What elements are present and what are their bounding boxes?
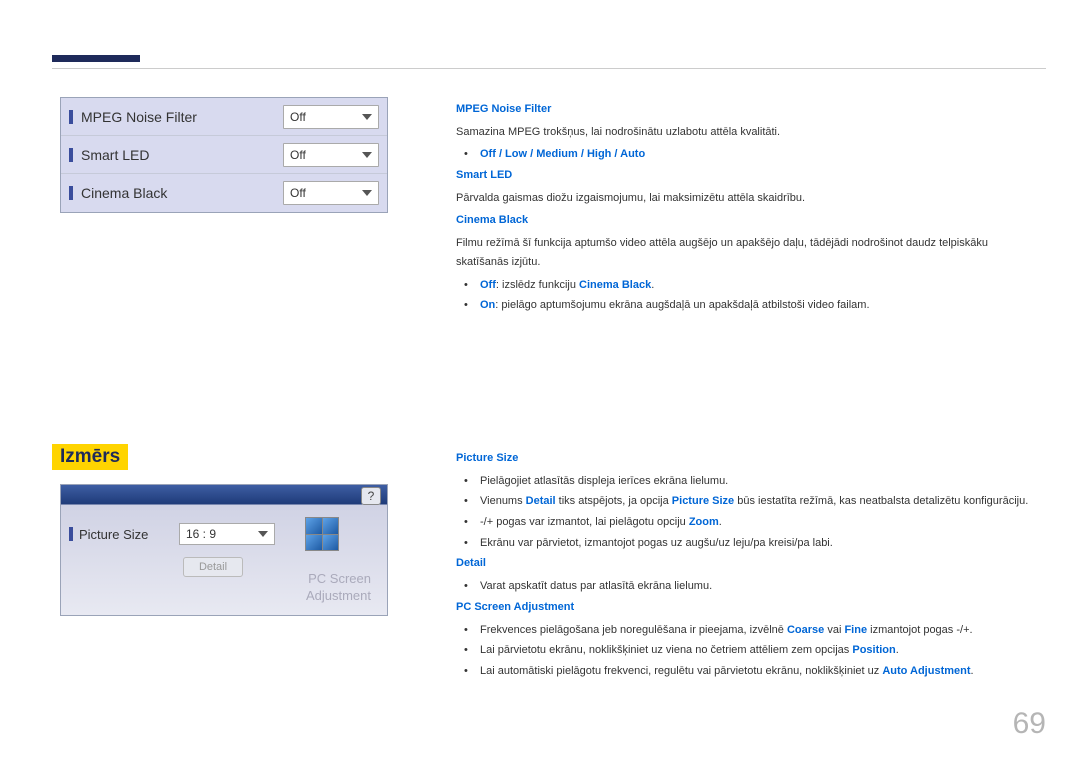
pc-adj-bullet-2: Lai pārvietotu ekrānu, noklikšķiniet uz … xyxy=(470,641,1042,660)
row-label: MPEG Noise Filter xyxy=(81,109,283,125)
text: . xyxy=(971,665,974,677)
row-mpeg-noise-filter: MPEG Noise Filter Off xyxy=(61,98,387,136)
text-line: Adjustment xyxy=(306,588,371,605)
text: Frekvences pielāgošana jeb noregulēšana … xyxy=(480,624,787,636)
settings-panel-noise: MPEG Noise Filter Off Smart LED Off Cine… xyxy=(60,97,388,213)
options-text: Off / Low / Medium / High / Auto xyxy=(480,148,645,160)
heading-detail: Detail xyxy=(456,554,1042,573)
text: . xyxy=(651,279,654,291)
dropdown-value: Off xyxy=(290,148,306,162)
help-button[interactable]: ? xyxy=(361,487,381,505)
ref-fine: Fine xyxy=(844,624,867,636)
text: : pielāgo aptumšojumu ekrāna augšdaļā un… xyxy=(495,299,869,311)
ref-position: Position xyxy=(852,644,895,656)
heading-smart-led: Smart LED xyxy=(456,166,1042,185)
mpeg-noise-filter-dropdown[interactable]: Off xyxy=(283,105,379,129)
label-text: Picture Size xyxy=(79,527,148,542)
row-marker-icon xyxy=(69,148,73,162)
detail-bullet-1: Varat apskatīt datus par atlasītā ekrāna… xyxy=(470,577,1042,596)
ref-cinema-black: Cinema Black xyxy=(579,279,651,291)
ref-auto-adjustment: Auto Adjustment xyxy=(882,665,970,677)
picture-size-dropdown[interactable]: 16 : 9 xyxy=(179,523,275,545)
row-marker-icon xyxy=(69,527,73,541)
text: . xyxy=(719,516,722,528)
dropdown-value: Off xyxy=(290,186,306,200)
description-column-bottom: Picture Size Pielāgojiet atlasītās displ… xyxy=(456,449,1042,683)
text: . xyxy=(896,644,899,656)
options-mpeg-noise-filter: Off / Low / Medium / High / Auto xyxy=(470,145,1042,164)
ref-coarse: Coarse xyxy=(787,624,824,636)
picture-size-bullet-4: Ekrānu var pārvietot, izmantojot pogas u… xyxy=(470,534,1042,553)
text: : izslēdz funkciju xyxy=(496,279,579,291)
ref-detail: Detail xyxy=(526,495,556,507)
text: Lai automātiski pielāgotu frekvenci, reg… xyxy=(480,665,882,677)
heading-mpeg-noise-filter: MPEG Noise Filter xyxy=(456,100,1042,119)
dropdown-value: 16 : 9 xyxy=(186,527,216,541)
row-marker-icon xyxy=(69,186,73,200)
position-grid-icon[interactable] xyxy=(305,517,339,551)
pc-adj-bullet-1: Frekvences pielāgošana jeb noregulēšana … xyxy=(470,621,1042,640)
desc-mpeg-noise-filter: Samazina MPEG trokšņus, lai nodrošinātu … xyxy=(456,123,1042,142)
label-on: On xyxy=(480,299,495,311)
row-label: Cinema Black xyxy=(81,185,283,201)
text: būs iestatīta režīmā, kas neatbalsta det… xyxy=(734,495,1028,507)
text: Lai pārvietotu ekrānu, noklikšķiniet uz … xyxy=(480,644,852,656)
dropdown-value: Off xyxy=(290,110,306,124)
text: -/+ pogas var izmantot, lai pielāgotu op… xyxy=(480,516,689,528)
desc-cinema-black: Filmu režīmā šī funkcija aptumšo video a… xyxy=(456,234,1042,271)
text: vai xyxy=(824,624,844,636)
ref-zoom: Zoom xyxy=(689,516,719,528)
smart-led-dropdown[interactable]: Off xyxy=(283,143,379,167)
cinema-black-off-item: Off: izslēdz funkciju Cinema Black. xyxy=(470,276,1042,295)
page-number: 69 xyxy=(1013,707,1046,741)
settings-panel-picture-size: ? Picture Size 16 : 9 Detail PC Screen A… xyxy=(60,484,388,616)
text: izmantojot pogas -/+. xyxy=(867,624,972,636)
pc-adj-bullet-3: Lai automātiski pielāgotu frekvenci, reg… xyxy=(470,662,1042,681)
text-line: PC Screen xyxy=(306,571,371,588)
picture-size-bullet-1: Pielāgojiet atlasītās displeja ierīces e… xyxy=(470,472,1042,491)
row-label: Picture Size xyxy=(69,527,179,542)
section-heading-izmers: Izmērs xyxy=(52,444,128,470)
heading-picture-size: Picture Size xyxy=(456,449,1042,468)
chevron-down-icon xyxy=(362,152,372,158)
chevron-down-icon xyxy=(258,531,268,537)
desc-smart-led: Pārvalda gaismas diožu izgaismojumu, lai… xyxy=(456,189,1042,208)
chevron-down-icon xyxy=(362,114,372,120)
header-divider xyxy=(52,68,1046,69)
picture-size-bullet-2: Vienums Detail tiks atspējots, ja opcija… xyxy=(470,492,1042,511)
ref-picture-size: Picture Size xyxy=(672,495,734,507)
label-off: Off xyxy=(480,279,496,291)
cinema-black-dropdown[interactable]: Off xyxy=(283,181,379,205)
header-accent-bar xyxy=(52,55,140,62)
row-picture-size: Picture Size 16 : 9 xyxy=(69,517,379,551)
text: Vienums xyxy=(480,495,526,507)
heading-cinema-black: Cinema Black xyxy=(456,211,1042,230)
row-label: Smart LED xyxy=(81,147,283,163)
detail-button[interactable]: Detail xyxy=(183,557,243,577)
cinema-black-on-item: On: pielāgo aptumšojumu ekrāna augšdaļā … xyxy=(470,296,1042,315)
picture-size-bullet-3: -/+ pogas var izmantot, lai pielāgotu op… xyxy=(470,513,1042,532)
row-smart-led: Smart LED Off xyxy=(61,136,387,174)
chevron-down-icon xyxy=(362,190,372,196)
row-cinema-black: Cinema Black Off xyxy=(61,174,387,212)
description-column-top: MPEG Noise Filter Samazina MPEG trokšņus… xyxy=(456,100,1042,317)
row-marker-icon xyxy=(69,110,73,124)
pc-screen-adjustment-disabled: PC Screen Adjustment xyxy=(306,571,371,605)
text: tiks atspējots, ja opcija xyxy=(556,495,672,507)
heading-pc-screen-adjustment: PC Screen Adjustment xyxy=(456,598,1042,617)
